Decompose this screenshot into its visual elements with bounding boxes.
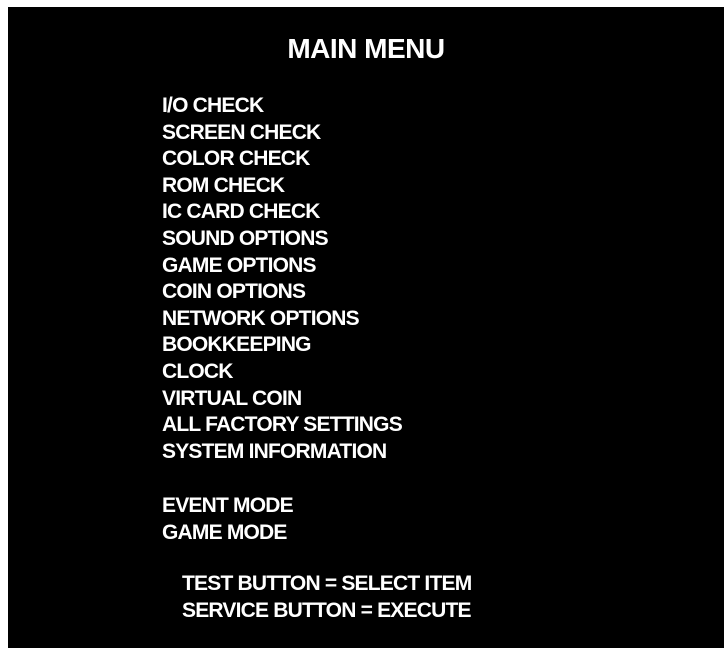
menu-item-io-check[interactable]: I/O CHECK [162,93,402,120]
main-menu-list: I/O CHECK SCREEN CHECK COLOR CHECK ROM C… [162,93,403,466]
menu-item-coin-options[interactable]: COIN OPTIONS [162,279,402,306]
menu-item-all-factory-settings[interactable]: ALL FACTORY SETTINGS [162,412,403,439]
test-menu-screen: MAIN MENU I/O CHECK SCREEN CHECK COLOR C… [8,7,724,648]
menu-item-virtual-coin[interactable]: VIRTUAL COIN [162,386,402,413]
menu-item-color-check[interactable]: COLOR CHECK [162,146,402,173]
menu-item-game-options[interactable]: GAME OPTIONS [162,253,402,280]
menu-item-ic-card-check[interactable]: IC CARD CHECK [162,199,402,226]
menu-item-game-mode[interactable]: GAME MODE [162,520,293,547]
service-button-instruction: SERVICE BUTTON = EXECUTE [182,598,471,622]
menu-item-bookkeeping[interactable]: BOOKKEEPING [162,332,402,359]
menu-item-network-options[interactable]: NETWORK OPTIONS [162,306,402,333]
page-title: MAIN MENU [287,33,445,64]
menu-item-screen-check[interactable]: SCREEN CHECK [162,120,402,147]
test-button-instruction: TEST BUTTON = SELECT ITEM [182,572,472,595]
instructions: TEST BUTTON = SELECT ITEM SERVICE BUTTON… [182,571,472,624]
menu-item-sound-options[interactable]: SOUND OPTIONS [162,226,402,253]
menu-item-event-mode[interactable]: EVENT MODE [162,493,294,520]
menu-item-rom-check[interactable]: ROM CHECK [162,173,402,200]
menu-item-system-information[interactable]: SYSTEM INFORMATION [162,439,402,466]
menu-item-clock[interactable]: CLOCK [162,359,402,386]
mode-menu-list: EVENT MODE GAME MODE [162,493,294,547]
